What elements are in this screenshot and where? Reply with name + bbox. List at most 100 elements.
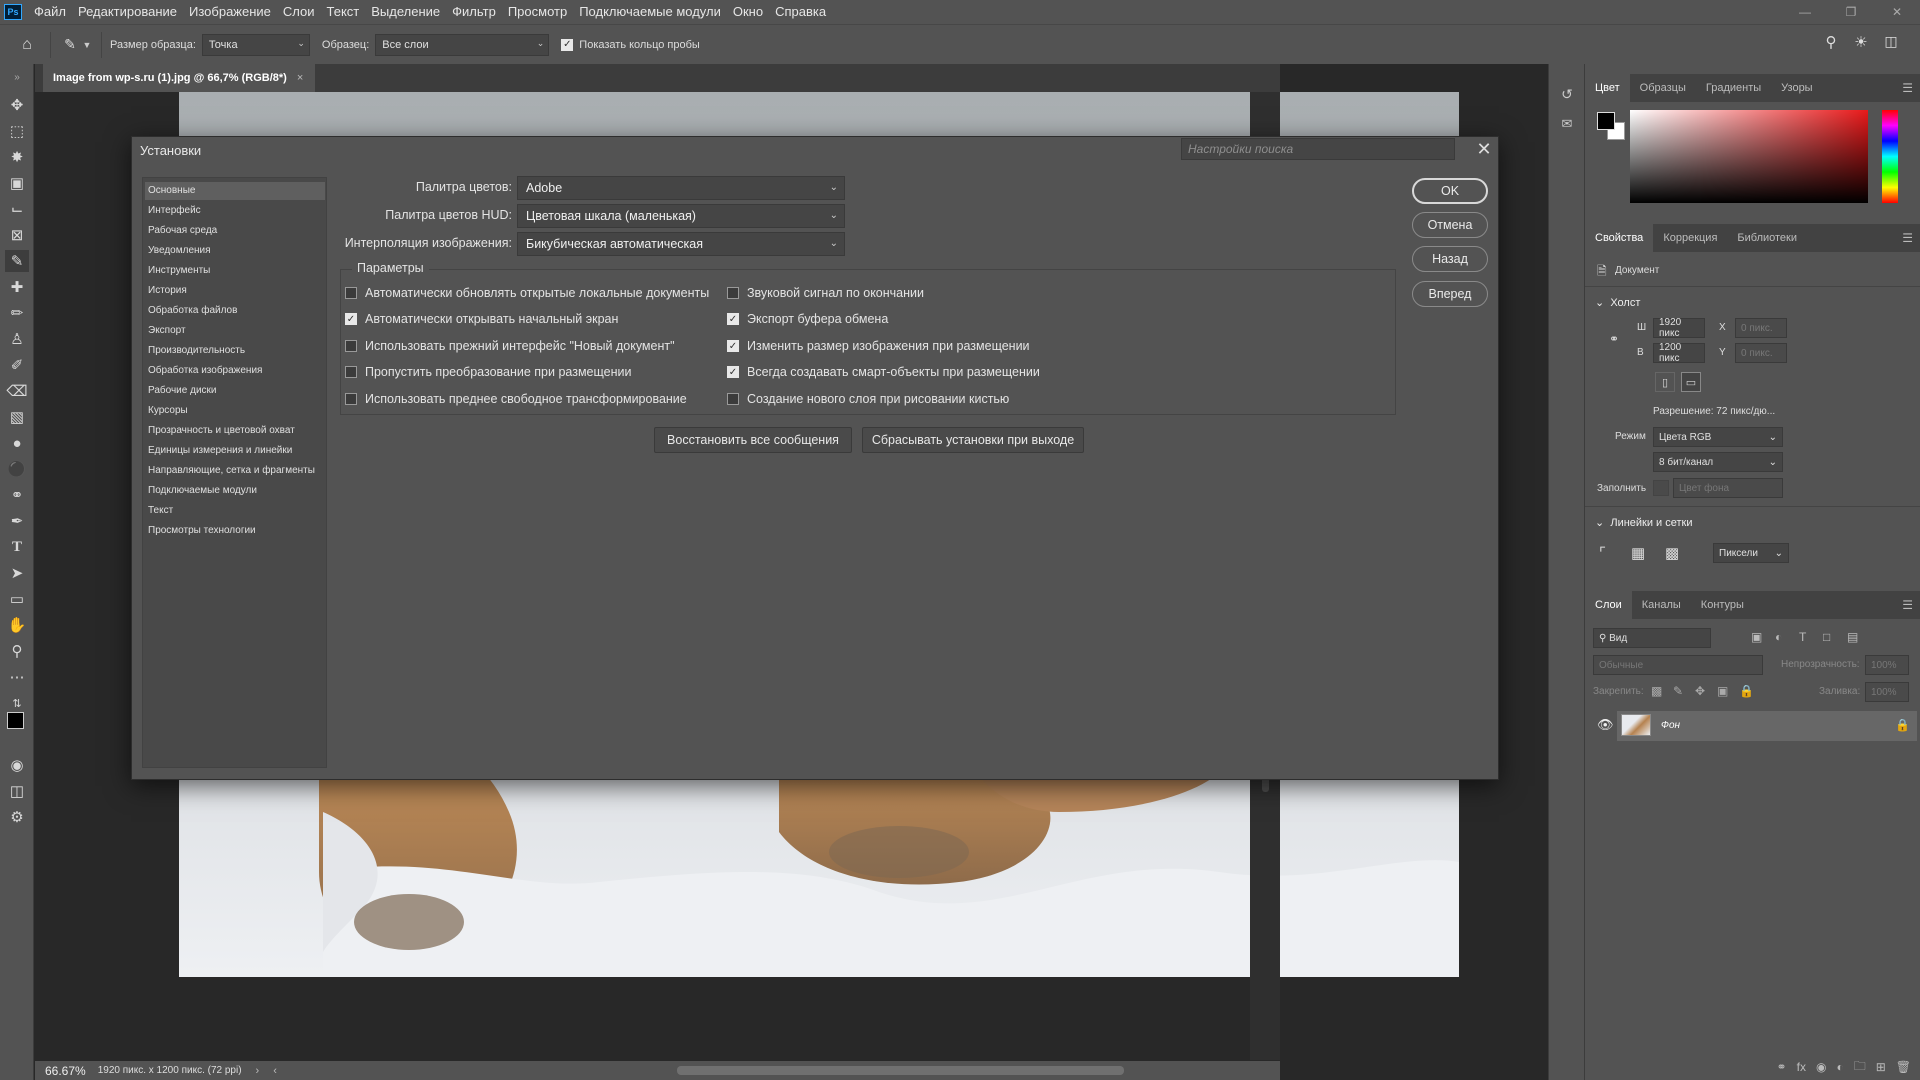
sample-size-select[interactable]: Точка ⌄ — [201, 33, 310, 56]
landscape-orientation-icon[interactable]: ▭ — [1681, 372, 1701, 392]
foreground-color-swatch[interactable] — [7, 712, 24, 729]
home-icon[interactable]: ⌂ — [12, 36, 42, 54]
color-fg-swatch[interactable] — [1597, 112, 1615, 130]
option-legacy-free-transform[interactable]: Использовать преднее свободное трансформ… — [345, 392, 687, 406]
checkbox[interactable] — [727, 393, 739, 405]
brush-tool-icon[interactable]: ✏ — [5, 302, 29, 324]
tab-adjustments[interactable]: Коррекция — [1653, 224, 1727, 252]
checkbox[interactable]: ✓ — [345, 313, 357, 325]
type-tool-icon[interactable]: T — [5, 536, 29, 558]
width-field[interactable]: 1920 пикс — [1653, 317, 1705, 339]
nav-item-cursors[interactable]: Курсоры — [145, 402, 325, 420]
option-resize-on-place[interactable]: ✓ Изменить размер изображения при размеще… — [727, 339, 1030, 353]
menu-edit[interactable]: Редактирование — [72, 0, 183, 24]
panel-menu-icon[interactable]: ☰ — [1902, 231, 1913, 245]
frame-select-tool-icon[interactable]: ▣ — [5, 172, 29, 194]
menu-window[interactable]: Окно — [727, 0, 769, 24]
lock-pixels-icon[interactable]: ✎ — [1673, 684, 1683, 698]
rectangle-tool-icon[interactable]: ▭ — [5, 588, 29, 610]
fill-color-swatch[interactable] — [1653, 480, 1669, 496]
fx-icon[interactable]: fx — [1797, 1060, 1806, 1074]
hud-picker-select[interactable]: Цветовая шкала (маленькая) ⌄ — [517, 204, 845, 228]
lock-transparent-icon[interactable]: ▩ — [1651, 684, 1662, 698]
add-mask-icon[interactable]: ◉ — [1816, 1060, 1826, 1074]
zoom-level[interactable]: 66.67% — [45, 1064, 86, 1078]
menu-view[interactable]: Просмотр — [502, 0, 573, 24]
cancel-button[interactable]: Отмена — [1412, 212, 1488, 238]
minimize-icon[interactable]: — — [1782, 0, 1828, 24]
extras-icon[interactable]: ⚙ — [5, 806, 29, 828]
tab-layers[interactable]: Слои — [1585, 591, 1632, 619]
search-icon[interactable]: ⚲ — [1820, 33, 1842, 51]
tab-gradients[interactable]: Градиенты — [1696, 74, 1771, 102]
menu-file[interactable]: Файл — [28, 0, 72, 24]
reset-prefs-on-quit-button[interactable]: Сбрасывать установки при выходе — [862, 427, 1084, 453]
object-selection-tool-icon[interactable]: ✸ — [5, 146, 29, 168]
layer-visibility-eye-icon[interactable]: 👁 — [1597, 717, 1614, 733]
stamp-tool-icon[interactable]: ♙ — [5, 328, 29, 350]
lock-all-icon[interactable]: 🔒 — [1739, 684, 1754, 698]
swap-colors-icon[interactable]: ⇅ — [5, 692, 29, 714]
checkbox[interactable]: ✓ — [727, 313, 739, 325]
path-selection-tool-icon[interactable]: ➤ — [5, 562, 29, 584]
chevron-left-icon[interactable]: ‹ — [273, 1065, 277, 1077]
new-layer-icon[interactable]: ⊞ — [1876, 1060, 1886, 1074]
x-field[interactable]: 0 пикс. — [1735, 318, 1787, 338]
comments-panel-icon[interactable]: ✉ — [1557, 114, 1577, 134]
eyedropper-preset-icon[interactable]: ✎ — [59, 36, 81, 53]
reset-warnings-button[interactable]: Восстановить все сообщения — [654, 427, 852, 453]
layer-row[interactable]: Фон 🔒 — [1617, 711, 1917, 741]
nav-item-technology-previews[interactable]: Просмотры технологии — [145, 522, 325, 540]
menu-help[interactable]: Справка — [769, 0, 832, 24]
filter-type-icon[interactable]: T — [1799, 630, 1806, 644]
checkbox[interactable] — [345, 393, 357, 405]
nav-item-units-rulers[interactable]: Единицы измерения и линейки — [145, 442, 325, 460]
option-legacy-new-doc[interactable]: Использовать прежний интерфейс "Новый до… — [345, 339, 675, 353]
collapse-arrows-icon[interactable]: » — [5, 66, 29, 88]
tab-properties[interactable]: Свойства — [1585, 224, 1654, 252]
option-new-layer-on-brush[interactable]: Создание нового слоя при рисовании кисть… — [727, 392, 1009, 406]
checkbox[interactable] — [345, 366, 357, 378]
checkbox[interactable]: ✓ — [727, 340, 739, 352]
nav-item-interface[interactable]: Интерфейс — [145, 202, 325, 220]
nav-item-transparency-gamut[interactable]: Прозрачность и цветовой охват — [145, 422, 325, 440]
quick-mask-icon[interactable]: ◉ — [5, 754, 29, 776]
checkbox[interactable] — [345, 287, 357, 299]
hue-slider[interactable] — [1882, 110, 1898, 203]
new-adjustment-icon[interactable]: ◐ — [1836, 1060, 1843, 1074]
checkbox[interactable]: ✓ — [727, 366, 739, 378]
sample-select[interactable]: Все слои ⌄ — [375, 33, 550, 56]
lightbulb-icon[interactable]: ☀ — [1850, 33, 1872, 51]
mode-select[interactable]: Цвета RGB ⌄ — [1653, 427, 1783, 447]
delete-layer-icon[interactable]: 🗑 — [1896, 1060, 1911, 1074]
nav-item-image-processing[interactable]: Обработка изображения — [145, 362, 325, 380]
nav-item-plugins[interactable]: Подключаемые модули — [145, 482, 325, 500]
option-auto-update-docs[interactable]: Автоматически обновлять открытые локальн… — [345, 286, 709, 300]
nav-item-file-handling[interactable]: Обработка файлов — [145, 302, 325, 320]
filter-pixel-icon[interactable]: ▣ — [1751, 630, 1762, 644]
hand-tool-icon[interactable]: ✋ — [5, 614, 29, 636]
nav-item-history[interactable]: История — [145, 282, 325, 300]
move-tool-icon[interactable]: ✥ — [5, 94, 29, 116]
document-tab[interactable]: Image from wp-s.ru (1).jpg @ 66,7% (RGB/… — [43, 64, 316, 92]
filter-shape-icon[interactable]: □ — [1823, 630, 1830, 644]
nav-item-export[interactable]: Экспорт — [145, 322, 325, 340]
lock-artboard-icon[interactable]: ▣ — [1717, 684, 1728, 698]
opacity-field[interactable]: 100% — [1865, 655, 1909, 675]
tab-patterns[interactable]: Узоры — [1771, 74, 1822, 102]
menu-image[interactable]: Изображение — [183, 0, 277, 24]
screen-mode-icon[interactable]: ◫ — [5, 780, 29, 802]
eyedropper-tool-icon[interactable]: ✎ — [5, 250, 29, 272]
option-beep-when-done[interactable]: Звуковой сигнал по окончании — [727, 286, 924, 300]
portrait-orientation-icon[interactable]: ▯ — [1655, 372, 1675, 392]
grid-icon[interactable]: ▦ — [1631, 544, 1645, 562]
panel-menu-icon[interactable]: ☰ — [1902, 81, 1913, 95]
nav-item-performance[interactable]: Производительность — [145, 342, 325, 360]
canvas-section-header[interactable]: ⌄ Холст — [1595, 296, 1640, 309]
menu-layers[interactable]: Слои — [277, 0, 321, 24]
close-icon[interactable]: ✕ — [1472, 137, 1496, 161]
interpolation-select[interactable]: Бикубическая автоматическая ⌄ — [517, 232, 845, 256]
marquee-tool-icon[interactable]: ⬚ — [5, 120, 29, 142]
prev-button[interactable]: Назад — [1412, 246, 1488, 272]
chevron-right-icon[interactable]: › — [256, 1065, 260, 1077]
